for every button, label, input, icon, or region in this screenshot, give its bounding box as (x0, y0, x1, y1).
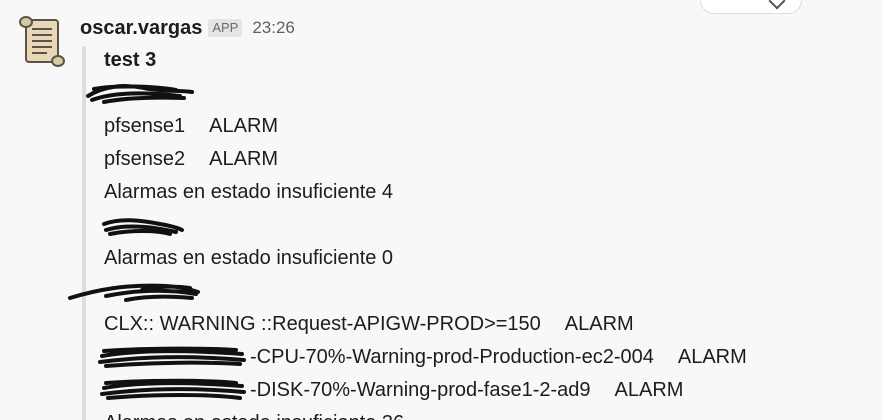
more-actions-icon[interactable] (768, 0, 786, 10)
alarm-name: CLX:: WARNING ::Request-APIGW-PROD>=150 (104, 313, 541, 335)
alarm-line: pfsense1 ALARM (104, 110, 874, 143)
scroll-icon (19, 16, 65, 67)
redacted-heading (104, 209, 874, 242)
redacted-heading (104, 77, 874, 110)
alarm-status: ALARM (677, 346, 747, 368)
message-view: oscar.vargas APP 23:26 test 3 pfsense1 AL… (0, 0, 882, 420)
alarm-status: ALARM (209, 148, 279, 170)
attachment-accent-bar (82, 46, 86, 420)
message-header: oscar.vargas APP 23:26 (80, 16, 295, 40)
app-badge: APP (208, 19, 243, 37)
alarm-status: ALARM (614, 379, 684, 401)
alarm-line: CLX:: WARNING ::Request-APIGW-PROD>=150 A… (104, 308, 874, 341)
alarm-name: -DISK-70%-Warning-prod-fase1-2-ad9 (250, 379, 591, 401)
alarm-name: pfsense1 (104, 115, 186, 137)
summary-line: Alarmas en estado insuficiente 0 (104, 247, 394, 269)
alarm-line: pfsense2 ALARM (104, 143, 874, 176)
alarm-status: ALARM (564, 313, 634, 335)
alarm-status: ALARM (209, 115, 279, 137)
avatar[interactable] (17, 14, 69, 68)
alarm-name: pfsense2 (104, 148, 186, 170)
summary-line: Alarmas en estado insuficiente 4 (104, 181, 394, 203)
alarm-line: -DISK-70%-Warning-prod-fase1-2-ad9 ALARM (104, 374, 874, 407)
alarm-line: -CPU-70%-Warning-prod-Production-ec2-004… (104, 341, 874, 374)
message-actions-toolbar[interactable] (700, 0, 802, 14)
summary-line: Alarmas en estado insuficiente 36 (104, 407, 874, 420)
redacted-heading (104, 275, 874, 308)
alarm-name: -CPU-70%-Warning-prod-Production-ec2-004 (250, 346, 654, 368)
sender-name[interactable]: oscar.vargas (80, 17, 202, 40)
attachment-title: test 3 (104, 49, 157, 71)
message-timestamp[interactable]: 23:26 (252, 18, 295, 38)
attachment-body: test 3 pfsense1 ALARM pfsense2 ALARM Alarm… (104, 44, 874, 420)
